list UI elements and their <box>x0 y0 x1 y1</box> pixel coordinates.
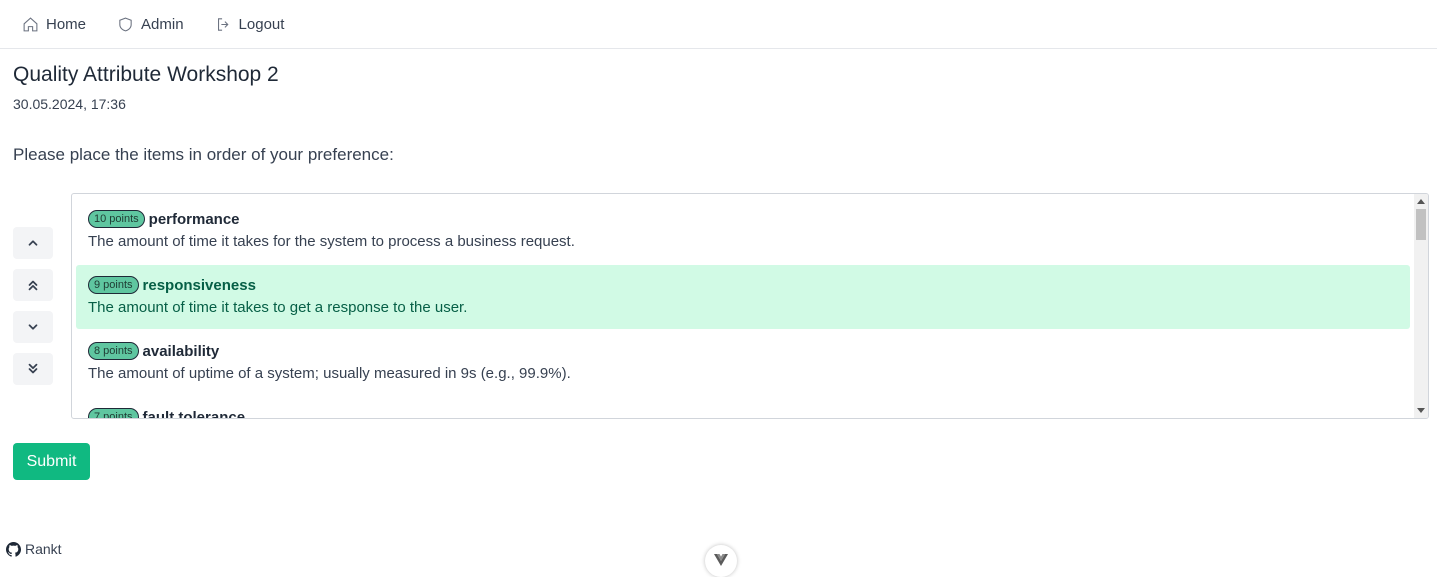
item-description: The amount of uptime of a system; usuall… <box>88 365 571 382</box>
github-icon <box>6 541 21 557</box>
footer-link-label: Rankt <box>25 541 62 557</box>
devtools-toggle[interactable] <box>705 545 737 577</box>
nav-logout-label: Logout <box>238 15 285 33</box>
move-up-button[interactable] <box>13 227 53 259</box>
points-badge: 7 points <box>88 408 139 418</box>
footer-rankt-link[interactable]: Rankt <box>6 541 62 557</box>
chevrons-up-icon <box>28 280 38 291</box>
list-item-selected[interactable]: 9 points responsiveness The amount of ti… <box>76 265 1410 329</box>
reorder-controls <box>13 227 53 395</box>
item-name: availability <box>142 342 220 360</box>
page-title: Quality Attribute Workshop 2 <box>13 63 279 86</box>
move-top-button[interactable] <box>13 269 53 301</box>
item-description: The amount of time it takes for the syst… <box>88 233 575 250</box>
item-name: performance <box>148 210 240 228</box>
shield-icon <box>119 17 132 31</box>
instruction-text: Please place the items in order of your … <box>13 145 394 164</box>
home-icon <box>23 16 38 31</box>
nav-home-label: Home <box>46 15 87 33</box>
points-badge: 8 points <box>88 342 139 360</box>
points-badge: 9 points <box>88 276 139 294</box>
nav-admin-label: Admin <box>141 15 184 33</box>
submit-button[interactable]: Submit <box>13 443 90 480</box>
nav-logout[interactable]: Logout <box>215 15 285 33</box>
scroll-down-arrow-icon[interactable] <box>1417 408 1425 413</box>
list-scrollbar[interactable] <box>1414 194 1428 418</box>
chevron-up-icon <box>28 240 38 246</box>
vue-logo-icon <box>714 554 728 566</box>
nav-admin[interactable]: Admin <box>117 16 184 33</box>
chevron-down-icon <box>28 324 38 330</box>
item-description: The amount of time it takes to get a res… <box>88 299 468 316</box>
item-name: fault tolerance <box>142 408 246 419</box>
list-item[interactable]: 8 points availability The amount of upti… <box>76 331 1410 395</box>
move-down-button[interactable] <box>13 311 53 343</box>
chevrons-down-icon <box>28 363 38 374</box>
ranking-list[interactable]: 10 points performance The amount of time… <box>71 193 1429 419</box>
item-name: responsiveness <box>142 276 256 294</box>
nav-home[interactable]: Home <box>22 16 86 33</box>
top-nav: Home Admin Logout <box>0 0 1437 49</box>
list-item[interactable]: 10 points performance The amount of time… <box>76 199 1410 263</box>
logout-icon <box>217 17 229 31</box>
move-bottom-button[interactable] <box>13 353 53 385</box>
scroll-up-arrow-icon[interactable] <box>1417 199 1425 204</box>
points-badge: 10 points <box>88 210 145 228</box>
scrollbar-thumb[interactable] <box>1416 209 1426 240</box>
list-item[interactable]: 7 points fault tolerance <box>76 397 1410 419</box>
page-date: 30.05.2024, 17:36 <box>13 96 126 112</box>
